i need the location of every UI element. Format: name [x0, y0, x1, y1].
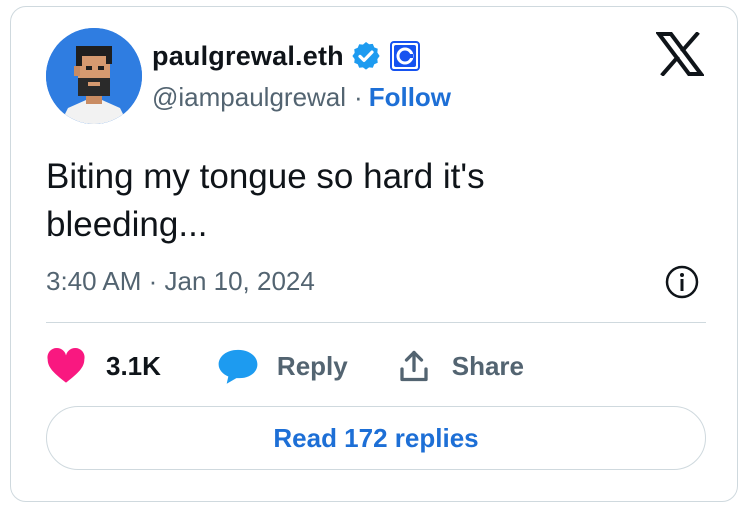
- author-name-row: paulgrewal.eth: [152, 38, 420, 74]
- read-replies-button[interactable]: Read 172 replies: [46, 406, 706, 470]
- tweet-timestamp[interactable]: 3:40 AM · Jan 10, 2024: [46, 266, 315, 297]
- like-count: 3.1K: [106, 350, 161, 381]
- share-icon: [400, 350, 428, 382]
- reply-bubble-icon: [218, 349, 258, 384]
- divider: [46, 322, 706, 323]
- avatar-image: [46, 28, 142, 124]
- separator: ·: [354, 82, 363, 112]
- display-name[interactable]: paulgrewal.eth: [152, 41, 344, 72]
- share-label: Share: [451, 350, 524, 381]
- verified-badge-icon: [352, 42, 380, 70]
- coinbase-icon: [389, 41, 420, 71]
- reply-label: Reply: [276, 350, 348, 381]
- like-button[interactable]: 3.1K: [46, 347, 161, 385]
- heart-icon: [47, 347, 85, 383]
- follow-button[interactable]: Follow: [369, 82, 451, 113]
- handle[interactable]: @iampaulgrewal: [152, 82, 346, 113]
- reply-button[interactable]: Reply: [217, 346, 348, 386]
- x-logo-icon[interactable]: [656, 32, 704, 76]
- tweet-text: Biting my tongue so hard it's bleeding..…: [46, 157, 485, 244]
- handle-row: @iampaulgrewal · Follow: [152, 82, 451, 113]
- info-icon[interactable]: [664, 264, 700, 300]
- avatar[interactable]: [46, 28, 142, 124]
- share-button[interactable]: Share: [396, 348, 524, 384]
- action-bar: 3.1K Reply Share: [46, 342, 524, 390]
